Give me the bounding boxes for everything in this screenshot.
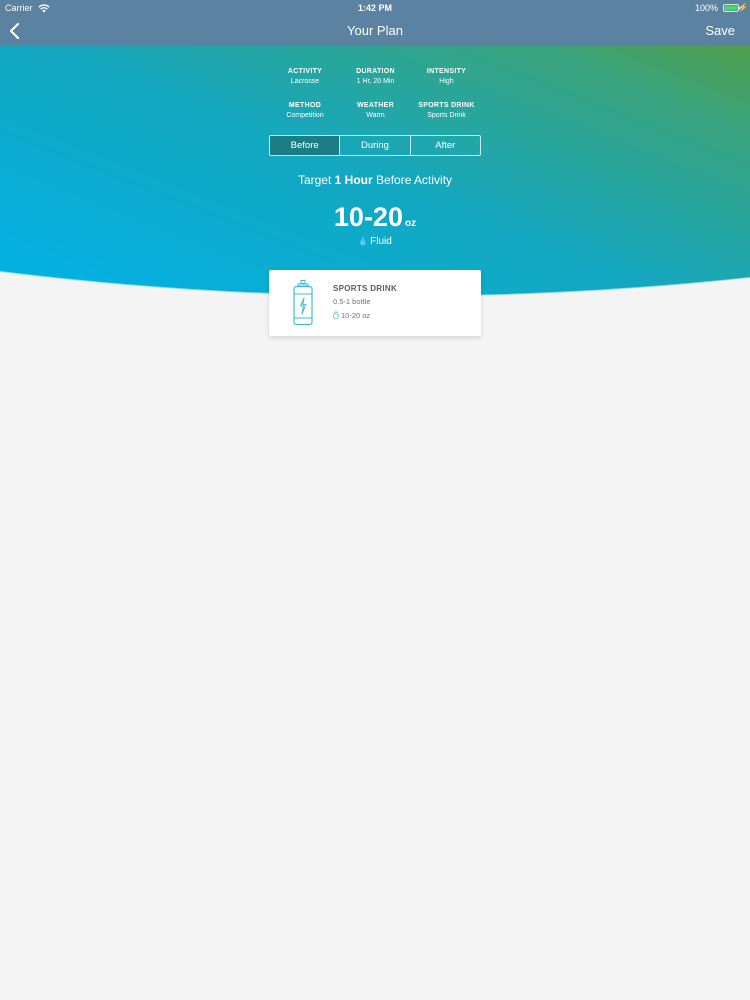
fluid-amount-value: 10-20 bbox=[333, 202, 403, 232]
summary-activity: ACTIVITY Lacrosse bbox=[270, 67, 340, 88]
summary-value: Competition bbox=[286, 112, 324, 119]
card-ounces: 10-20 oz bbox=[341, 311, 371, 320]
water-drop-icon: 💧 bbox=[358, 237, 369, 246]
plan-summary-grid: ACTIVITY Lacrosse DURATION 1 Hr, 20 Min … bbox=[270, 67, 482, 122]
summary-value: Sports Drink bbox=[427, 112, 466, 119]
summary-method: METHOD Competition bbox=[270, 101, 340, 122]
summary-value: High bbox=[439, 78, 454, 85]
status-bar: Carrier 1:42 PM 100% ⚡ bbox=[0, 0, 750, 16]
summary-label: WEATHER bbox=[357, 102, 394, 109]
clock: 1:42 PM bbox=[357, 3, 392, 13]
summary-value: 1 Hr, 20 Min bbox=[356, 78, 395, 85]
page-title: Your Plan bbox=[347, 23, 403, 38]
card-title: SPORTS DRINK bbox=[333, 284, 398, 293]
tab-before[interactable]: Before bbox=[270, 136, 340, 155]
timing-segmented-control: Before During After bbox=[269, 135, 481, 156]
sports-drink-card[interactable]: SPORTS DRINK 0.5-1 bottle 10-20 oz bbox=[269, 270, 481, 336]
card-quantity: 0.5-1 bottle bbox=[333, 297, 371, 306]
fluid-label-row: 💧 Fluid bbox=[0, 236, 750, 247]
summary-intensity: INTENSITY High bbox=[411, 67, 482, 88]
target-duration: 1 Hour bbox=[334, 173, 373, 187]
battery-percentage: 100% bbox=[694, 3, 718, 13]
summary-value: Lacrosse bbox=[290, 78, 320, 85]
summary-duration: DURATION 1 Hr, 20 Min bbox=[340, 67, 411, 88]
fluid-amount: 10-20 oz bbox=[0, 202, 750, 233]
plan-screen: Carrier 1:42 PM 100% ⚡ Your Plan Save AC… bbox=[0, 0, 750, 1000]
summary-value: Warm bbox=[366, 112, 385, 119]
sports-drink-bottle-icon bbox=[293, 280, 313, 326]
summary-label: DURATION bbox=[356, 68, 395, 75]
target-prefix: Target bbox=[297, 173, 332, 187]
card-ounces-row: 10-20 oz bbox=[333, 311, 370, 320]
tab-during[interactable]: During bbox=[339, 136, 409, 155]
summary-sports-drink: SPORTS DRINK Sports Drink bbox=[411, 101, 482, 122]
tab-after[interactable]: After bbox=[409, 136, 480, 155]
summary-weather: WEATHER Warm bbox=[340, 101, 411, 122]
summary-label: ACTIVITY bbox=[287, 68, 323, 75]
summary-label: SPORTS DRINK bbox=[418, 102, 475, 109]
water-drop-icon bbox=[333, 311, 339, 319]
fluid-amount-unit: oz bbox=[404, 218, 417, 229]
save-button[interactable]: Save bbox=[705, 23, 735, 38]
target-suffix: Before Activity bbox=[376, 173, 453, 187]
charging-bolt-icon: ⚡ bbox=[738, 3, 748, 12]
navigation-bar: Your Plan Save bbox=[0, 16, 750, 46]
summary-label: INTENSITY bbox=[426, 68, 467, 75]
fluid-label: Fluid bbox=[370, 236, 392, 247]
summary-label: METHOD bbox=[288, 102, 322, 109]
target-timing-text: Target 1 Hour Before Activity bbox=[0, 173, 750, 187]
